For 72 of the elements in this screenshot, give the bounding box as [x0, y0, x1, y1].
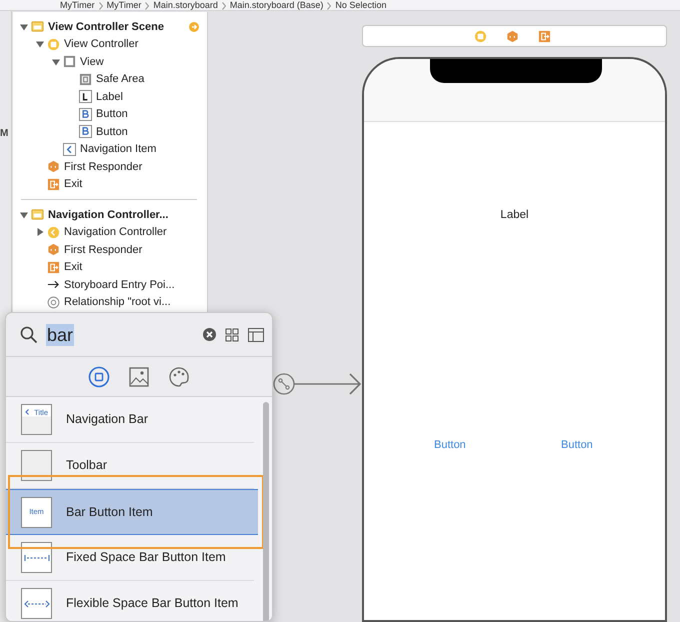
outline-item[interactable]: Navigation Controller: [64, 224, 167, 240]
breadcrumb-item[interactable]: Main.storyboard (Base): [230, 0, 324, 10]
outline-item[interactable]: Navigation Controller...: [48, 206, 168, 223]
scrollbar[interactable]: [263, 402, 269, 621]
outline-item[interactable]: Button: [96, 106, 128, 122]
exit-icon: [47, 178, 60, 191]
scene-icon: [31, 20, 44, 34]
library-item[interactable]: Fixed Space Bar Button Item: [6, 535, 254, 581]
label-text: Label: [499, 208, 530, 223]
flexible-space-icon: [24, 600, 50, 608]
button-icon: [79, 108, 92, 121]
objects-tab-icon[interactable]: [88, 366, 110, 388]
cube-icon: [47, 243, 60, 256]
button[interactable]: Button: [434, 437, 466, 454]
item-thumbnail: [21, 450, 52, 481]
cube-icon: [47, 160, 60, 174]
ring-icon: [47, 296, 60, 309]
outline-item[interactable]: Exit: [64, 259, 82, 276]
library-item-label: Navigation Bar: [66, 411, 148, 428]
outline-item[interactable]: View Controller: [64, 36, 138, 52]
disclosure-triangle-icon[interactable]: [19, 210, 29, 220]
cube-icon[interactable]: [506, 30, 519, 42]
panel-layout-icon[interactable]: [248, 328, 264, 342]
exit-icon: [47, 260, 60, 274]
library-item-label: Toolbar: [66, 457, 107, 474]
square-icon: [63, 55, 76, 68]
outline-item[interactable]: Relationship "root vi...: [64, 294, 171, 310]
outline-item[interactable]: Button: [96, 124, 128, 140]
chevron-icon: [222, 2, 226, 10]
breadcrumb-item[interactable]: Main.storyboard: [153, 0, 218, 10]
breadcrumb-item[interactable]: MyTimer: [60, 0, 95, 10]
chevron-icon: [145, 2, 150, 10]
breadcrumb-item[interactable]: MyTimer: [106, 0, 142, 10]
disclosure-triangle-icon[interactable]: [35, 39, 45, 50]
clear-icon[interactable]: [203, 328, 216, 341]
label-icon: [79, 90, 92, 104]
outline-item[interactable]: View: [80, 54, 104, 70]
outline-item[interactable]: First Responder: [64, 242, 142, 258]
library-item-label: Bar Button Item: [66, 504, 153, 521]
exit-icon[interactable]: [538, 30, 551, 42]
breadcrumb-item[interactable]: No Selection: [335, 0, 386, 10]
fixed-space-icon: [24, 554, 50, 562]
button-icon: [79, 125, 92, 138]
safe-area-icon: [79, 72, 92, 86]
search-field[interactable]: bar: [46, 324, 74, 346]
button[interactable]: Button: [561, 437, 593, 454]
disclosure-triangle-icon[interactable]: [51, 56, 61, 67]
outline-item[interactable]: First Responder: [64, 158, 142, 175]
chevron-icon: [327, 2, 332, 10]
library-item[interactable]: Flexible Space Bar Button Item: [6, 581, 254, 621]
disclosure-triangle-icon[interactable]: [35, 227, 45, 238]
palette-icon[interactable]: [168, 366, 190, 388]
outline-item[interactable]: Storyboard Entry Poi...: [64, 276, 175, 293]
image-icon[interactable]: [128, 366, 150, 388]
chevron-circle-icon: [47, 226, 60, 239]
outline-item[interactable]: Label: [96, 88, 123, 105]
disclosure-triangle-icon[interactable]: [19, 22, 29, 32]
outline-item[interactable]: Exit: [64, 176, 82, 192]
chevron-icon: [63, 142, 76, 156]
chevron-icon: [98, 2, 103, 10]
outline-item[interactable]: Safe Area: [96, 71, 144, 88]
outline-item[interactable]: Navigation Item: [80, 141, 156, 158]
panel-letter: M: [0, 127, 8, 141]
library-item-label: Flexible Space Bar Button Item: [66, 595, 238, 612]
scene-icon: [31, 208, 44, 222]
grid-icon[interactable]: [225, 328, 239, 342]
outline-item[interactable]: View Controller Scene: [48, 18, 164, 35]
library-item-label: Fixed Space Bar Button Item: [66, 549, 226, 566]
chevron-icon: [25, 409, 29, 415]
search-icon: [20, 326, 38, 344]
circle-icon: [47, 38, 60, 51]
segue-arrow[interactable]: [272, 372, 362, 396]
